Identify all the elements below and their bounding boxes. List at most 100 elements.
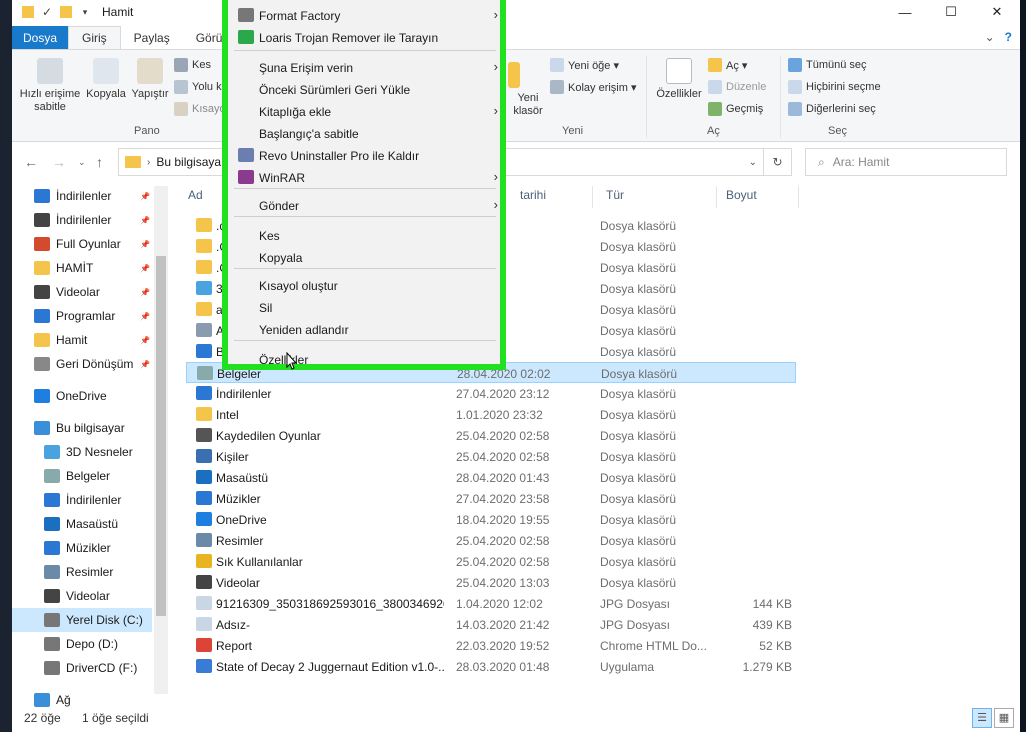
maximize-button[interactable]: ☐ [928,0,974,24]
breadcrumb[interactable]: Bu bilgisaya [156,155,221,169]
menu-item[interactable]: Şuna Erişim verin › [228,56,500,78]
properties-button[interactable]: Özellikler [650,58,708,101]
sidebar-item[interactable]: OneDrive [12,384,152,408]
status-bar: 22 öğe 1 öğe seçildi ☰ ▦ [12,706,1020,732]
menu-item[interactable]: Kopyala [228,246,500,268]
tab-share[interactable]: Paylaş [121,26,183,49]
sidebar-item[interactable]: İndirilenler 📌 [12,208,152,232]
sidebar-item[interactable]: 3D Nesneler [12,440,152,464]
menu-item[interactable]: Kısayol oluştur [228,274,500,296]
column-header-date[interactable]: tarihi [520,188,546,208]
back-arrow-icon[interactable]: ← [24,154,38,170]
file-name: OneDrive [216,513,267,527]
sidebar-item[interactable]: DriverCD (F:) [12,656,152,680]
details-view-icon[interactable]: ☰ [972,708,992,728]
sidebar-item[interactable]: Videolar 📌 [12,280,152,304]
select-none-button[interactable]: Hiçbirini seçme [788,80,881,94]
new-item-button[interactable]: Yeni öğe ▾ [550,58,619,72]
sidebar-item[interactable]: Programlar 📌 [12,304,152,328]
column-header-name[interactable]: Ad [188,188,203,208]
file-row[interactable]: İndirilenler 27.04.2020 23:12 Dosya klasör… [186,383,796,404]
sidebar-item-label: Masaüstü [66,517,119,531]
menu-item[interactable]: Revo Uninstaller Pro ile Kaldır [228,144,500,166]
sidebar-item[interactable]: Bu bilgisayar [12,416,152,440]
file-row[interactable]: Kişiler 25.04.2020 02:58 Dosya klasörü [186,446,796,467]
customize-quick-access-icon[interactable]: ▾ [78,5,92,19]
properties-quick-icon[interactable]: ✓ [40,5,54,19]
menu-item[interactable]: Özellikler [228,348,500,370]
up-arrow-icon[interactable]: ↑ [96,154,103,170]
sidebar-item[interactable]: Geri Dönüşüm 📌 [12,352,152,376]
column-header-size[interactable]: Boyut [726,188,757,208]
tab-home[interactable]: Giriş [68,26,121,49]
sidebar-item-label: Bu bilgisayar [56,421,125,435]
sidebar-item[interactable]: Videolar [12,584,152,608]
minimize-button[interactable]: — [882,0,928,24]
forward-arrow-icon[interactable]: → [52,154,66,170]
search-input[interactable]: ⌕ Ara: Hamit [805,148,1007,176]
sidebar-item[interactable]: Müzikler [12,536,152,560]
paste-button[interactable]: Yapıştır [128,58,172,101]
file-row[interactable]: 91216309_350318692593016_38003469264... 1… [186,593,796,614]
menu-item[interactable]: Kes [228,224,500,246]
cut-button[interactable]: Kes [174,58,211,72]
easy-access-button[interactable]: Kolay erişim ▾ [550,80,636,94]
large-icons-view-icon[interactable]: ▦ [994,708,1014,728]
column-divider[interactable] [798,186,799,208]
menu-item[interactable]: Başlangıç'a sabitle [228,122,500,144]
file-row[interactable]: Adsız- 14.03.2020 21:42 JPG Dosyası 439 KB [186,614,796,635]
sidebar-item[interactable]: Masaüstü [12,512,152,536]
refresh-button[interactable]: ↻ [764,148,792,176]
breadcrumb-chevron-icon[interactable]: › [147,157,150,168]
copy-path-button[interactable]: Yolu k [174,80,222,94]
menu-item[interactable]: Loaris Trojan Remover ile Tarayın [228,26,500,48]
menu-item[interactable]: WinRAR › [228,166,500,188]
menu-item[interactable]: Sil [228,296,500,318]
file-row[interactable]: State of Decay 2 Juggernaut Edition v1.0… [186,656,796,677]
invert-selection-button[interactable]: Diğerlerini seç [788,102,876,116]
file-row[interactable]: Intel 1.01.2020 23:32 Dosya klasörü [186,404,796,425]
chevron-down-icon[interactable]: ⌄ [749,157,757,168]
column-divider[interactable] [592,186,593,208]
file-row[interactable]: OneDrive 18.04.2020 19:55 Dosya klasörü [186,509,796,530]
file-row[interactable]: Müzikler 27.04.2020 23:58 Dosya klasörü [186,488,796,509]
nav-scrollbar[interactable] [154,186,168,694]
nav-scrollbar-thumb[interactable] [156,256,166,616]
sidebar-item[interactable]: Hamit 📌 [12,328,152,352]
file-row[interactable]: Resimler 25.04.2020 02:58 Dosya klasörü [186,530,796,551]
column-header-type[interactable]: Tür [606,188,624,208]
menu-item[interactable]: Format Factory › [228,4,500,26]
close-button[interactable]: ✕ [974,0,1020,24]
tab-file[interactable]: Dosya [12,26,68,49]
open-button[interactable]: Aç ▾ [708,58,747,72]
help-icon[interactable]: ? [1005,30,1012,44]
file-row[interactable]: Sık Kullanılanlar 25.04.2020 02:58 Dosya k… [186,551,796,572]
file-row[interactable]: Kaydedilen Oyunlar 25.04.2020 02:58 Dosya … [186,425,796,446]
history-button[interactable]: Geçmiş [708,102,763,116]
file-row[interactable]: Videolar 25.04.2020 13:03 Dosya klasörü [186,572,796,593]
column-divider[interactable] [716,186,717,208]
sidebar-item[interactable]: İndirilenler [12,488,152,512]
edit-button[interactable]: Düzenle [708,80,766,94]
recent-locations-icon[interactable]: ⌄ [78,157,86,168]
menu-item[interactable]: Gönder › [228,194,500,216]
sidebar-item[interactable]: Belgeler [12,464,152,488]
sidebar-item[interactable]: İndirilenler 📌 [12,184,152,208]
paste-shortcut-button[interactable]: Kısayo [174,102,226,116]
collapse-ribbon-icon[interactable]: ⌄ [985,30,995,44]
menu-item[interactable]: Kitaplığa ekle › [228,100,500,122]
copy-button[interactable]: Kopyala [84,58,128,101]
menu-item[interactable]: Yeniden adlandır [228,318,500,340]
file-row[interactable]: Report 22.03.2020 19:52 Chrome HTML Do... 5… [186,635,796,656]
pin-quick-access-button[interactable]: Hızlı erişime sabitle [18,58,82,114]
sidebar-item[interactable]: Full Oyunlar 📌 [12,232,152,256]
new-folder-button[interactable]: Yeni klasör [506,62,550,118]
sidebar-item[interactable]: Yerel Disk (C:) [12,608,152,632]
sidebar-item[interactable]: Resimler [12,560,152,584]
sidebar-item[interactable]: HAMİT 📌 [12,256,152,280]
file-row[interactable]: Masaüstü 28.04.2020 01:43 Dosya klasörü [186,467,796,488]
sidebar-item[interactable]: Depo (D:) [12,632,152,656]
select-all-button[interactable]: Tümünü seç [788,58,867,72]
new-folder-quick-icon[interactable] [60,6,72,18]
menu-item[interactable]: Önceki Sürümleri Geri Yükle [228,78,500,100]
